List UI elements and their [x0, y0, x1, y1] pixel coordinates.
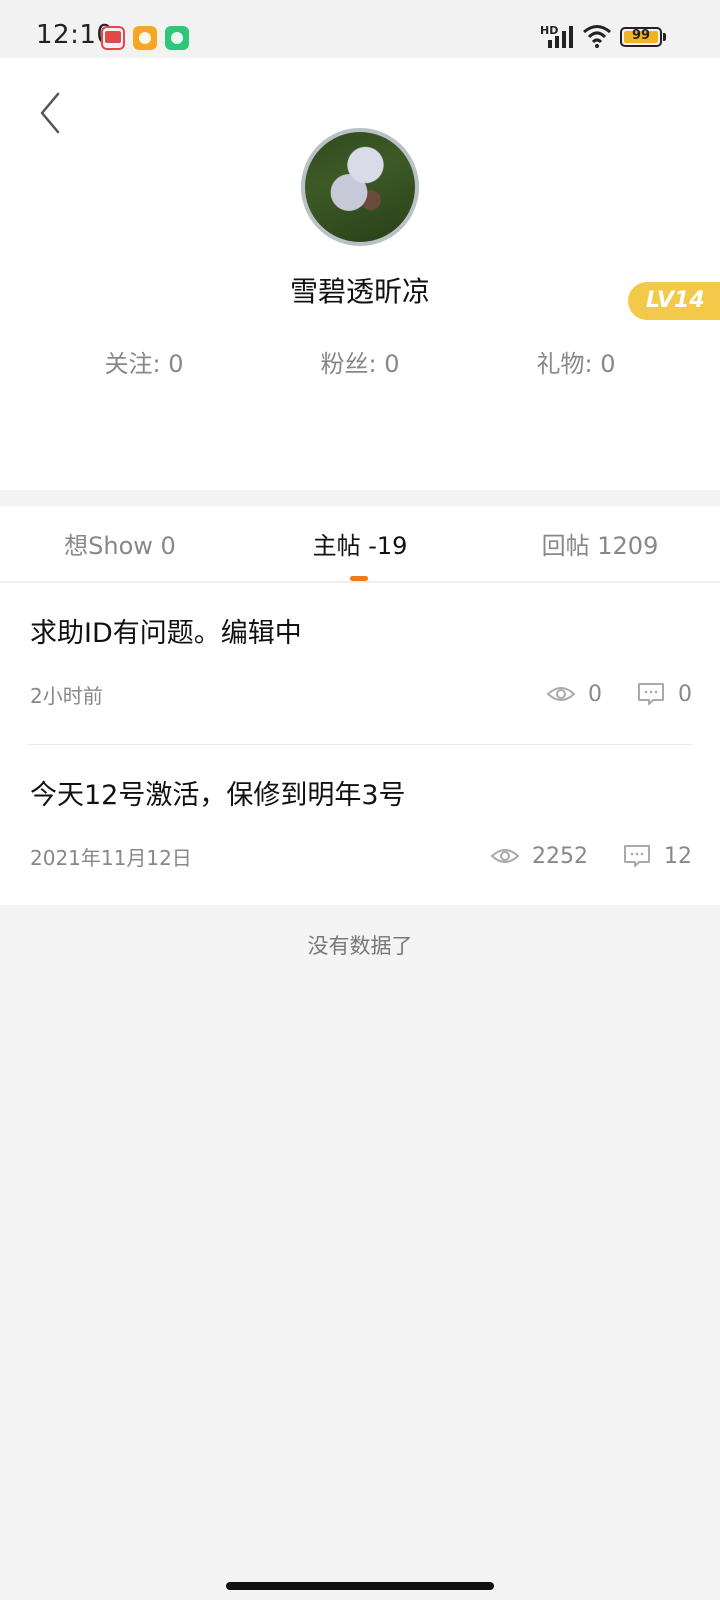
fans-count[interactable]: 粉丝: 0 — [260, 344, 460, 379]
tab-main-posts[interactable]: 主帖 -19 — [240, 526, 480, 561]
eye-icon — [546, 687, 576, 701]
comment-icon — [624, 845, 650, 867]
list-item[interactable]: 今天12号激活，保修到明年3号 2021年11月12日 2252 12 — [28, 744, 692, 905]
post-time: 2021年11月12日 — [30, 846, 192, 870]
back-icon[interactable] — [30, 88, 70, 138]
signal-icon — [548, 26, 573, 48]
list-item[interactable]: 求助ID有问题。编辑中 2小时前 0 0 — [0, 583, 720, 744]
post-title: 今天12号激活，保修到明年3号 — [30, 780, 406, 811]
post-meta: 0 0 — [546, 679, 692, 709]
tab-show[interactable]: 想Show 0 — [0, 526, 240, 561]
status-bar: 12:10 HD 99 — [0, 0, 720, 58]
post-time: 2小时前 — [30, 684, 103, 708]
username: 雪碧透昕凉 — [289, 275, 430, 308]
cloud-app-icon — [133, 26, 157, 50]
tab-bar: 想Show 0 主帖 -19 回帖 1209 — [0, 506, 720, 582]
no-more-data-label: 没有数据了 — [307, 934, 413, 958]
follow-count[interactable]: 关注: 0 — [44, 344, 244, 379]
comment-count: 12 — [664, 843, 692, 869]
unicom-app-icon — [101, 26, 125, 50]
post-meta: 2252 12 — [490, 841, 692, 871]
active-tab-indicator — [350, 576, 368, 581]
wifi-icon — [583, 25, 611, 48]
battery-tip — [663, 33, 666, 41]
avatar[interactable] — [301, 128, 419, 246]
battery-icon: 99 — [620, 27, 662, 47]
battery-level: 99 — [631, 28, 651, 43]
level-badge: LV14 — [628, 282, 720, 320]
view-count: 2252 — [532, 843, 588, 869]
shield-app-icon — [165, 26, 189, 50]
view-count: 0 — [588, 681, 602, 707]
tab-replies[interactable]: 回帖 1209 — [480, 526, 720, 561]
gift-count[interactable]: 礼物: 0 — [476, 344, 676, 379]
post-title: 求助ID有问题。编辑中 — [30, 618, 302, 649]
profile-stats: 关注: 0 粉丝: 0 礼物: 0 — [0, 344, 720, 384]
comment-icon — [638, 683, 664, 705]
profile-header: 雪碧透昕凉 LV14 关注: 0 粉丝: 0 礼物: 0 — [0, 58, 720, 490]
eye-icon — [490, 849, 520, 863]
comment-count: 0 — [678, 681, 692, 707]
post-list: 求助ID有问题。编辑中 2小时前 0 0 今天12号激活，保修到明年3号 202… — [0, 583, 720, 905]
home-indicator[interactable] — [226, 1582, 494, 1590]
